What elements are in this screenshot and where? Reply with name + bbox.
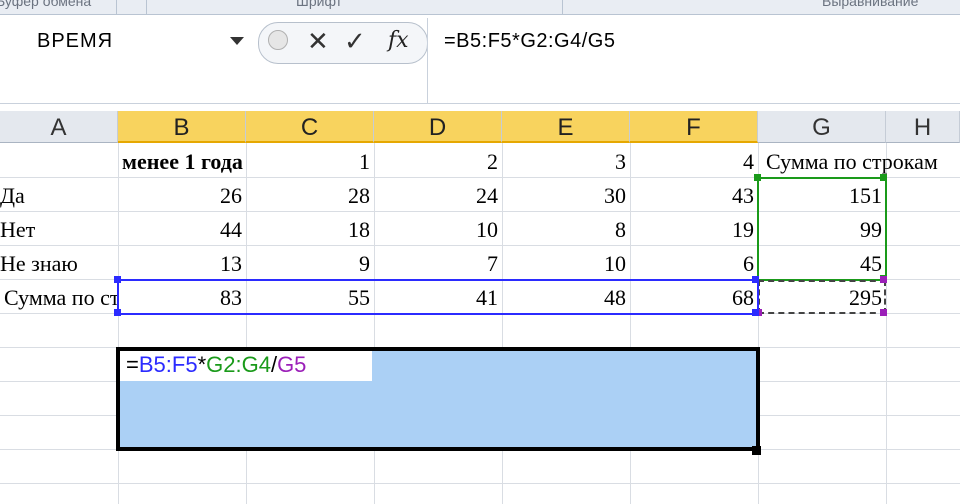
- range-handle[interactable]: [880, 309, 887, 316]
- cell-d1[interactable]: 2: [374, 144, 502, 178]
- column-header-h[interactable]: H: [886, 111, 960, 143]
- column-header-g[interactable]: G: [758, 111, 886, 143]
- formula-ref-g5: G5: [277, 352, 307, 377]
- cell-b3[interactable]: 44: [118, 212, 246, 246]
- range-handle[interactable]: [880, 174, 887, 181]
- cell-e1[interactable]: 3: [502, 144, 630, 178]
- cell-d2[interactable]: 24: [374, 178, 502, 212]
- cell-g1[interactable]: Сумма по строкам: [758, 144, 960, 178]
- cancel-icon[interactable]: ✕: [307, 26, 329, 56]
- column-header-e[interactable]: E: [502, 111, 630, 143]
- cell-f3[interactable]: 19: [630, 212, 758, 246]
- cell-a5[interactable]: Сумма по столбцам: [0, 280, 118, 314]
- cell-f2[interactable]: 43: [630, 178, 758, 212]
- formula-ref-b5-f5: B5:F5: [138, 352, 198, 377]
- cell-d4[interactable]: 7: [374, 246, 502, 280]
- formula-equals: =: [126, 352, 139, 377]
- fill-handle[interactable]: [752, 446, 761, 455]
- cell-d3[interactable]: 10: [374, 212, 502, 246]
- insert-function-icon[interactable]: fx: [388, 26, 409, 56]
- cell-b2[interactable]: 26: [118, 178, 246, 212]
- formula-operator: *: [197, 352, 207, 377]
- range-handle[interactable]: [754, 174, 761, 181]
- cell-b1[interactable]: менее 1 года: [118, 144, 246, 178]
- column-header-b[interactable]: B: [118, 111, 246, 143]
- cell-a4[interactable]: Не знаю: [0, 246, 118, 280]
- cell-e3[interactable]: 8: [502, 212, 630, 246]
- reference-range-g2-g4: [757, 177, 887, 281]
- range-handle[interactable]: [114, 276, 121, 283]
- reference-cell-g5: [758, 280, 886, 314]
- column-header-a[interactable]: A: [0, 111, 118, 143]
- column-header-f[interactable]: F: [630, 111, 758, 143]
- ribbon-divider: [146, 0, 147, 14]
- column-header-c[interactable]: C: [246, 111, 374, 143]
- cell-e2[interactable]: 30: [502, 178, 630, 212]
- name-box-value[interactable]: ВРЕМЯ: [37, 30, 113, 53]
- ribbon-group-alignment: Выравнивание: [822, 0, 919, 9]
- collapse-handle-icon[interactable]: [268, 30, 288, 50]
- ribbon-group-clipboard: Буфер обмена: [0, 0, 92, 9]
- editing-formula[interactable]: =B5:F5*G2:G4/G5: [120, 351, 372, 381]
- range-handle[interactable]: [752, 309, 759, 316]
- cell-c2[interactable]: 28: [246, 178, 374, 212]
- ribbon-group-labels: Буфер обмена Шрифт Выравнивание: [0, 0, 960, 15]
- reference-range-b5-f5: [117, 279, 759, 315]
- cell-b4[interactable]: 13: [118, 246, 246, 280]
- cell-c4[interactable]: 9: [246, 246, 374, 280]
- range-handle[interactable]: [880, 276, 887, 283]
- cell-c3[interactable]: 18: [246, 212, 374, 246]
- gridline: [0, 483, 960, 484]
- formula-input[interactable]: =B5:F5*G2:G4/G5: [444, 30, 615, 53]
- range-handle[interactable]: [752, 276, 759, 283]
- cell-f4[interactable]: 6: [630, 246, 758, 280]
- ribbon-group-font: Шрифт: [296, 0, 343, 9]
- ribbon-divider: [116, 0, 117, 14]
- cell-f1[interactable]: 4: [630, 144, 758, 178]
- ribbon-divider: [562, 0, 563, 14]
- column-header-d[interactable]: D: [374, 111, 502, 143]
- cell-a3[interactable]: Нет: [0, 212, 118, 246]
- spreadsheet-grid[interactable]: A B C D E F G H менее 1 года 1 2 3 4 Сум…: [0, 111, 960, 504]
- formula-ref-g2-g4: G2:G4: [206, 352, 271, 377]
- cell-e4[interactable]: 10: [502, 246, 630, 280]
- range-handle[interactable]: [114, 309, 121, 316]
- chevron-down-icon[interactable]: [230, 37, 244, 45]
- cell-c1[interactable]: 1: [246, 144, 374, 178]
- cell-a2[interactable]: Да: [0, 178, 118, 212]
- enter-check-icon[interactable]: ✓: [344, 26, 366, 56]
- formula-bar-divider: [427, 18, 428, 104]
